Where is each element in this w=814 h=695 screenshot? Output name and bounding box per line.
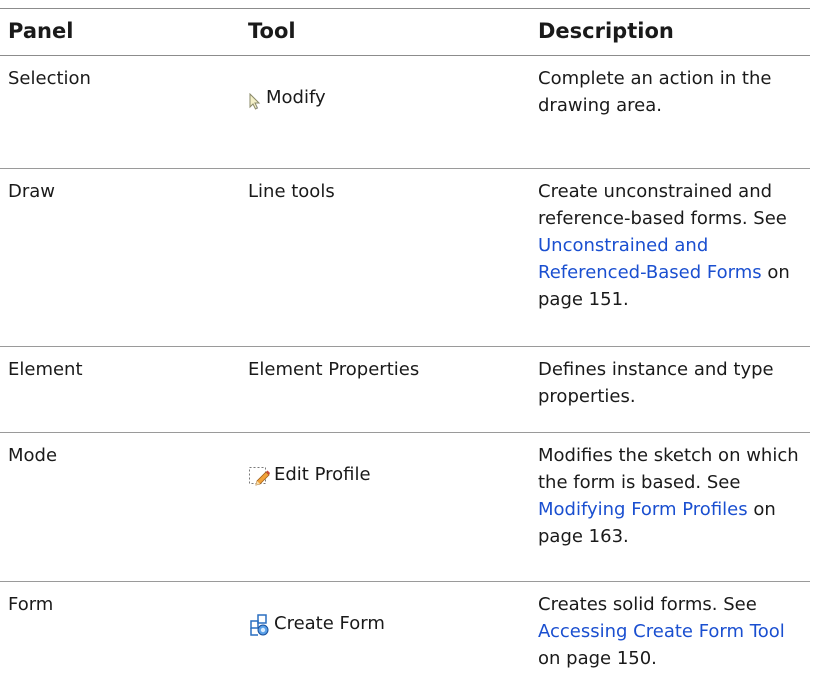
tool-label: Create Form	[274, 613, 385, 634]
create-form-icon	[248, 613, 270, 637]
table-row: Element Element Properties Defines insta…	[0, 347, 810, 432]
accessing-create-form-tool-link[interactable]: Accessing Create Form Tool	[538, 621, 785, 642]
row-tool: Line tools	[248, 181, 335, 202]
row-description: Create unconstrained and reference-based…	[538, 169, 810, 346]
row-description: Creates solid forms. See Accessing Creat…	[538, 582, 810, 695]
row-tool: Edit Profile	[248, 433, 538, 581]
modifying-form-profiles-link[interactable]: Modifying Form Profiles	[538, 499, 748, 520]
header-description: Description	[538, 19, 674, 43]
header-tool: Tool	[248, 19, 296, 43]
tool-label: Modify	[266, 87, 326, 108]
edit-profile-icon	[248, 466, 270, 488]
table-row: Draw Line tools Create unconstrained and…	[0, 169, 810, 346]
cursor-arrow-icon	[248, 93, 262, 111]
table-header-row: Panel Tool Description	[0, 9, 810, 55]
description-text: Create unconstrained and reference-based…	[538, 181, 787, 229]
row-description: Complete an action in the drawing area.	[538, 68, 772, 116]
row-tool: Create Form	[248, 582, 538, 695]
row-tool: Modify	[248, 56, 538, 168]
row-panel: Selection	[8, 68, 91, 89]
row-description: Modifies the sketch on which the form is…	[538, 433, 810, 581]
tool-label: Edit Profile	[274, 464, 371, 485]
table-row: Mode Edit Profile Modifies the sketch on…	[0, 433, 810, 581]
tools-table: Panel Tool Description Selection Modify …	[0, 8, 810, 695]
row-panel: Draw	[8, 181, 56, 202]
header-panel: Panel	[8, 19, 74, 43]
row-panel: Element	[8, 359, 83, 380]
row-panel: Mode	[8, 445, 58, 466]
row-description: Defines instance and type properties.	[538, 359, 774, 407]
table-row: Form Create Form Creates solid forms. Se…	[0, 582, 810, 695]
description-page-ref: on page 150.	[538, 648, 657, 669]
description-text: Creates solid forms. See	[538, 594, 757, 615]
row-panel: Form	[8, 594, 54, 615]
description-text: Modifies the sketch on which the form is…	[538, 445, 799, 493]
table-row: Selection Modify Complete an action in t…	[0, 56, 810, 168]
unconstrained-forms-link[interactable]: Unconstrained and Referenced-Based Forms	[538, 235, 762, 283]
row-tool: Element Properties	[248, 359, 420, 380]
